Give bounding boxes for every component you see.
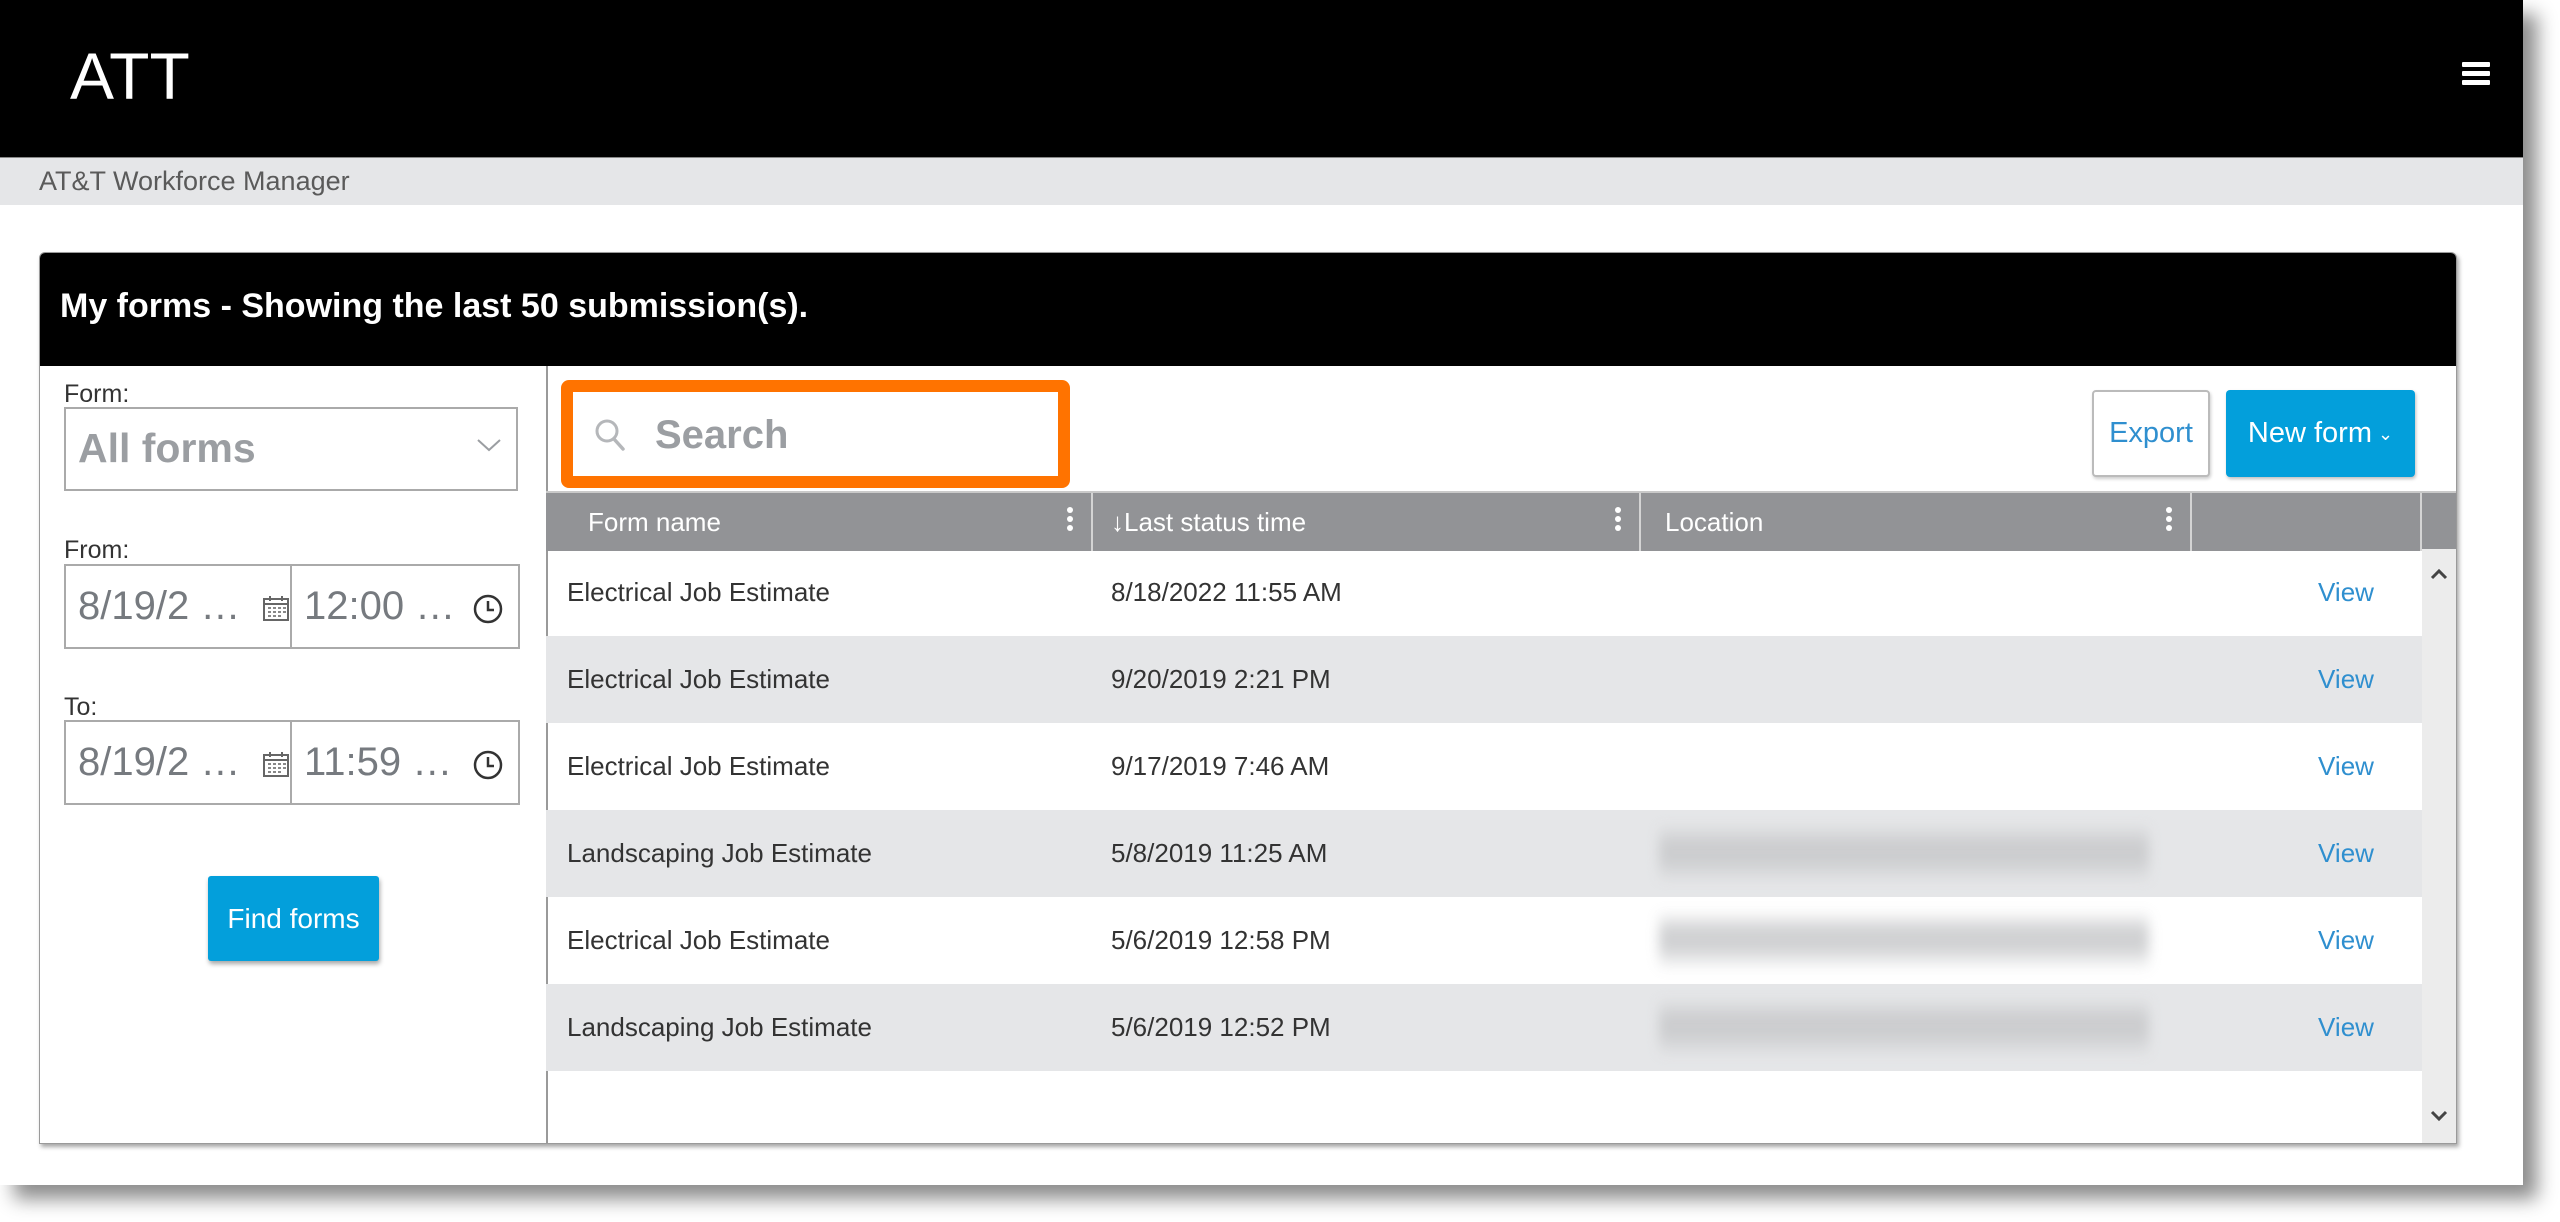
form-label: Form: — [64, 380, 130, 408]
column-label: ↓Last status time — [1111, 507, 1307, 537]
find-forms-button[interactable]: Find forms — [208, 876, 379, 961]
last-status-time-cell: 5/6/2019 12:58 PM — [1111, 925, 1331, 955]
to-date-value: 8/19/2 … — [78, 740, 241, 784]
form-name-cell: Electrical Job Estimate — [567, 751, 830, 781]
to-label: To: — [64, 693, 98, 721]
chevron-down-icon — [477, 439, 501, 452]
chevron-up-icon[interactable] — [2429, 567, 2449, 581]
from-datetime: 8/19/2 … 12:00 … — [64, 564, 520, 649]
last-status-time-cell: 5/8/2019 11:25 AM — [1111, 838, 1328, 868]
column-header-location[interactable]: Location — [1641, 493, 2192, 551]
location-cell-redacted — [1659, 823, 2149, 884]
table-row[interactable]: Landscaping Job Estimate 5/8/2019 11:25 … — [546, 810, 2422, 897]
clock-icon[interactable] — [472, 593, 504, 625]
table-row[interactable]: Electrical Job Estimate 8/18/2022 11:55 … — [546, 549, 2422, 636]
to-datetime: 8/19/2 … 11:59 … — [64, 720, 520, 805]
search-field[interactable] — [561, 380, 1070, 488]
calendar-icon[interactable] — [262, 594, 290, 622]
column-header-form-name[interactable]: Form name — [546, 493, 1093, 551]
card-title: My forms - Showing the last 50 submissio… — [60, 287, 809, 325]
form-name-cell: Electrical Job Estimate — [567, 577, 830, 607]
brand-logo: ATT — [70, 39, 190, 113]
from-time-input[interactable]: 12:00 … — [292, 566, 518, 647]
search-icon — [595, 419, 625, 451]
column-menu-icon[interactable] — [1615, 507, 1623, 535]
chevron-down-icon[interactable] — [2429, 1109, 2449, 1123]
table-body: Electrical Job Estimate 8/18/2022 11:55 … — [546, 549, 2422, 1071]
from-time-value: 12:00 … — [304, 584, 456, 628]
new-form-label: New form — [2247, 417, 2372, 449]
column-menu-icon[interactable] — [2166, 507, 2174, 535]
my-forms-card: My forms - Showing the last 50 submissio… — [39, 252, 2457, 1144]
table-header: Form name ↓Last status time Location — [546, 491, 2456, 551]
export-button[interactable]: Export — [2092, 390, 2210, 477]
app-subtitle-bar: AT&T Workforce Manager — [0, 157, 2523, 205]
last-status-time-cell: 9/17/2019 7:46 AM — [1111, 751, 1330, 781]
table-row[interactable]: Electrical Job Estimate 5/6/2019 12:58 P… — [546, 897, 2422, 984]
hamburger-menu-icon[interactable] — [2462, 62, 2490, 88]
clock-icon[interactable] — [472, 749, 504, 781]
top-nav-bar: ATT — [0, 0, 2523, 157]
table-row[interactable]: Electrical Job Estimate 9/17/2019 7:46 A… — [546, 723, 2422, 810]
column-header-last-status-time[interactable]: ↓Last status time — [1093, 493, 1641, 551]
card-header: My forms - Showing the last 50 submissio… — [40, 253, 2456, 366]
table-row[interactable]: Electrical Job Estimate 9/20/2019 2:21 P… — [546, 636, 2422, 723]
column-label: Location — [1665, 507, 1764, 537]
table-scrollbar[interactable] — [2422, 491, 2456, 1143]
form-name-cell: Electrical Job Estimate — [567, 925, 830, 955]
form-name-cell: Landscaping Job Estimate — [567, 1012, 872, 1042]
from-date-value: 8/19/2 … — [78, 584, 241, 628]
page: ATT AT&T Workforce Manager My forms - Sh… — [0, 0, 2523, 1185]
scrollbar-header — [2422, 491, 2456, 549]
last-status-time-cell: 5/6/2019 12:52 PM — [1111, 1012, 1331, 1042]
form-select[interactable]: All forms — [64, 407, 518, 491]
form-name-cell: Electrical Job Estimate — [567, 664, 830, 694]
last-status-time-cell: 8/18/2022 11:55 AM — [1111, 577, 1342, 607]
calendar-icon[interactable] — [262, 750, 290, 778]
from-label: From: — [64, 536, 130, 564]
from-date-input[interactable]: 8/19/2 … — [66, 566, 292, 647]
location-cell-redacted — [1659, 910, 2149, 971]
column-label: Form name — [588, 507, 721, 537]
search-input[interactable] — [653, 406, 1037, 464]
column-header-actions — [2192, 493, 2422, 551]
location-cell-redacted — [1659, 997, 2149, 1058]
new-form-button[interactable]: New form ⌄ — [2226, 390, 2415, 477]
app-subtitle: AT&T Workforce Manager — [39, 166, 350, 196]
table-row[interactable]: Landscaping Job Estimate 5/6/2019 12:52 … — [546, 984, 2422, 1071]
last-status-time-cell: 9/20/2019 2:21 PM — [1111, 664, 1331, 694]
chevron-down-icon: ⌄ — [2377, 423, 2394, 444]
to-time-value: 11:59 … — [304, 740, 453, 784]
to-date-input[interactable]: 8/19/2 … — [66, 722, 292, 803]
form-select-value: All forms — [78, 425, 256, 471]
form-name-cell: Landscaping Job Estimate — [567, 838, 872, 868]
column-menu-icon[interactable] — [1067, 507, 1075, 535]
to-time-input[interactable]: 11:59 … — [292, 722, 518, 803]
filter-panel: Form: All forms From: 8/19/2 … 12:00 … T… — [40, 366, 548, 1143]
